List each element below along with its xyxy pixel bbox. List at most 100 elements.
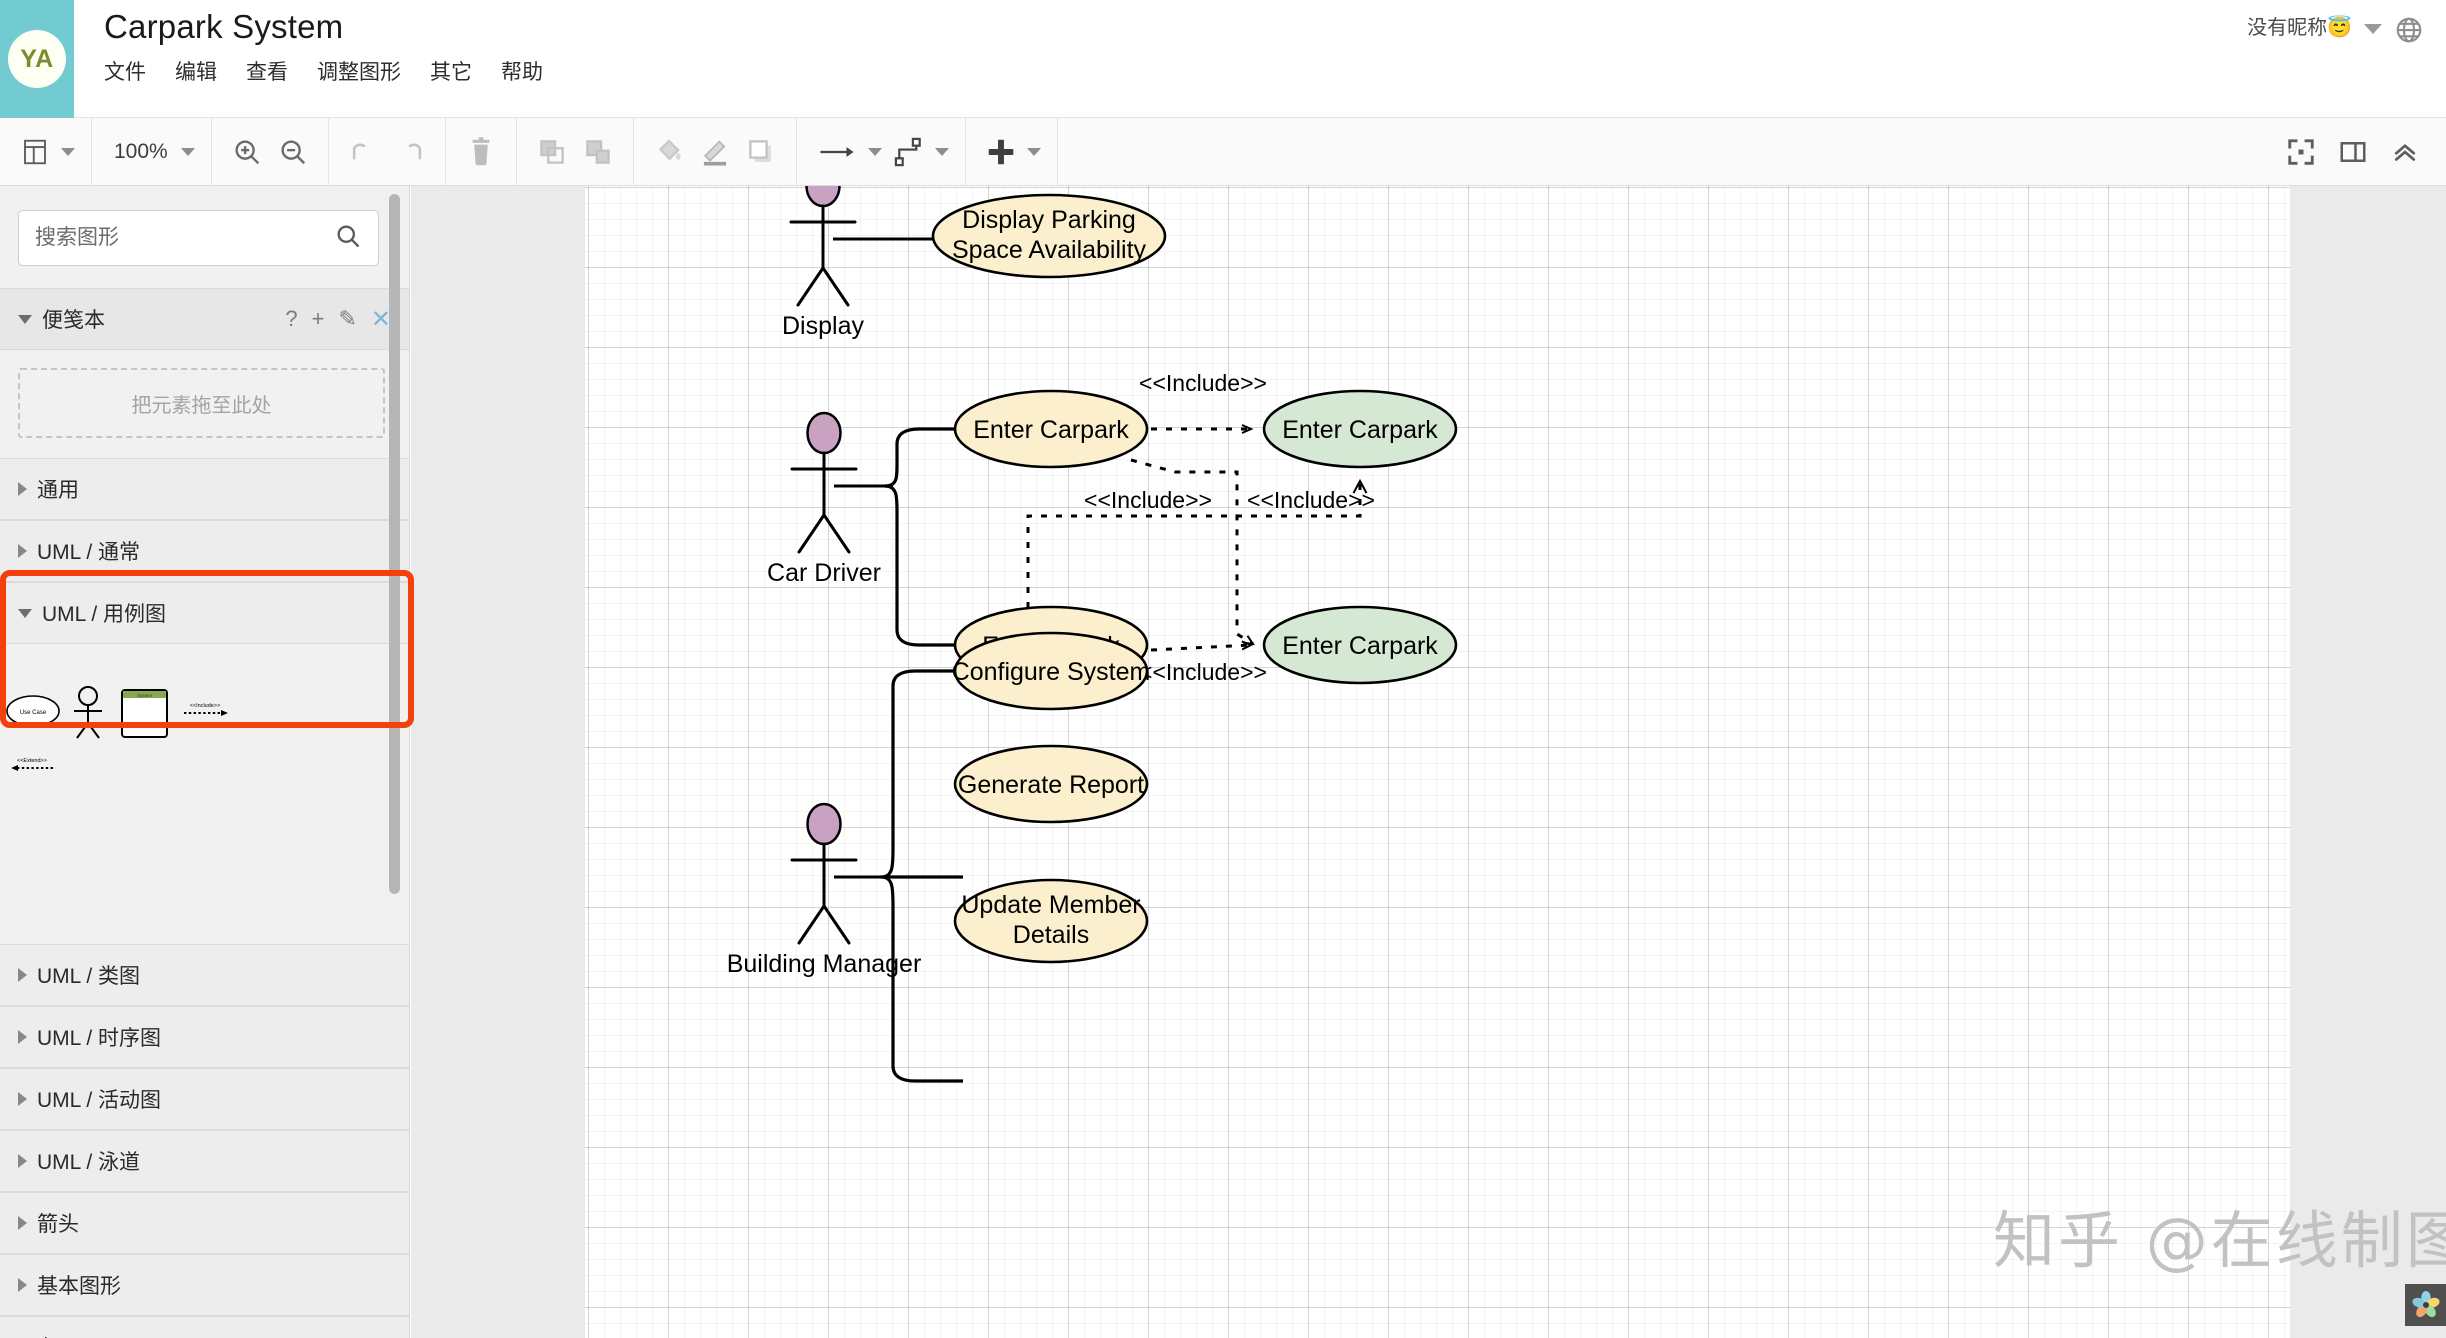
menu-edit[interactable]: 编辑 [175, 52, 230, 94]
link-manager-to-update[interactable] [880, 875, 963, 1083]
shape-include-arrow[interactable]: <<Include>> [184, 703, 228, 716]
layout-panel-caret-icon[interactable] [61, 147, 75, 156]
usecase-enter-carpark-included-top[interactable]: Enter Carpark [1262, 389, 1458, 469]
shadow-button[interactable] [738, 128, 784, 176]
shape-system-boundary[interactable]: System [121, 689, 168, 738]
sidebar-section-uml-activity[interactable]: UML / 活动图 [0, 1068, 409, 1130]
undo-button[interactable] [341, 128, 387, 176]
menu-help[interactable]: 帮助 [501, 52, 556, 94]
connection-arrow-button[interactable] [809, 128, 865, 176]
waypoint-style-button[interactable] [886, 128, 932, 176]
zoom-in-button[interactable] [224, 128, 270, 176]
zoom-select-caret-icon[interactable] [180, 147, 195, 156]
sidebar-section-arrows-label: 箭头 [37, 1213, 79, 1236]
close-icon[interactable]: ✕ [371, 305, 391, 334]
connection-arrow-caret-icon[interactable] [867, 147, 882, 156]
search-container [0, 186, 409, 288]
chevron-down-icon [18, 608, 32, 618]
svg-text:<<Extend>>: <<Extend>> [17, 758, 47, 764]
scratchpad-hint: 把元素拖至此处 [131, 394, 272, 417]
zoom-select[interactable]: 100% [104, 128, 178, 176]
chevron-right-icon [18, 544, 27, 558]
avatar[interactable]: YA [0, 0, 74, 118]
sidebar-section-uml-general[interactable]: UML / 通常 [0, 520, 409, 582]
format-panel-button[interactable] [2330, 128, 2376, 176]
toolbar-group-layout [0, 117, 92, 186]
menu-arrange[interactable]: 调整图形 [317, 52, 414, 94]
menu-extras[interactable]: 其它 [430, 52, 485, 94]
sidebar-section-uml-usecase[interactable]: UML / 用例图 [0, 582, 409, 644]
link-car-driver-to-enter[interactable] [884, 427, 963, 488]
shapes-sidebar: 便笺本 ? + ✎ ✕ 把元素拖至此处 通用 UML / 通常 UML [0, 186, 410, 1338]
include-label-4: <<Include>> [1139, 659, 1267, 685]
menu-file[interactable]: 文件 [104, 52, 159, 94]
user-nickname[interactable]: 没有昵称😇 [2247, 14, 2352, 42]
svg-text:Display Parking: Display Parking [962, 206, 1136, 234]
fullscreen-button[interactable] [2278, 128, 2324, 176]
edit-icon[interactable]: ✎ [338, 306, 356, 332]
usecase-display-parking[interactable]: Display Parking Space Availability [931, 193, 1167, 279]
svg-text:Generate Report: Generate Report [958, 771, 1144, 799]
sidebar-section-misc[interactable]: 杂项 [0, 1316, 409, 1338]
redo-button[interactable] [387, 128, 433, 176]
sidebar-section-general[interactable]: 通用 [0, 458, 409, 520]
usecase-configure-system[interactable]: Configure System [952, 631, 1151, 711]
waypoint-style-caret-icon[interactable] [934, 147, 949, 156]
sidebar-section-arrows[interactable]: 箭头 [0, 1192, 409, 1254]
help-icon[interactable]: ? [285, 306, 297, 332]
actor-car-driver[interactable]: Car Driver [767, 411, 881, 587]
section-scratchpad[interactable]: 便笺本 ? + ✎ ✕ [0, 288, 409, 350]
menu-view[interactable]: 查看 [246, 52, 301, 94]
menubar: 文件 编辑 查看 调整图形 其它 帮助 [104, 52, 2247, 94]
search-box[interactable] [18, 210, 379, 266]
svg-text:Enter Carpark: Enter Carpark [973, 416, 1129, 444]
sidebar-section-misc-label: 杂项 [37, 1332, 79, 1338]
shape-extend-arrow[interactable]: <<Extend>> [11, 758, 53, 771]
diagram-canvas[interactable]: Display Display Parking Space Availabili… [411, 186, 2446, 1338]
use-case-diagram: Display Display Parking Space Availabili… [727, 186, 1458, 1083]
actor-display-lines[interactable] [789, 204, 857, 307]
scratchpad-dropzone[interactable]: 把元素拖至此处 [18, 368, 385, 438]
link-car-driver-to-exit[interactable] [884, 484, 963, 647]
collapse-toolbar-button[interactable] [2382, 128, 2428, 176]
svg-text:Car Driver: Car Driver [767, 559, 881, 587]
title-column: Carpark System 文件 编辑 查看 调整图形 其它 帮助 [74, 0, 2247, 117]
sidebar-section-basic[interactable]: 基本图形 [0, 1254, 409, 1316]
usecase-update-member-details[interactable]: Update Member Details [953, 878, 1149, 964]
delete-button[interactable] [458, 128, 504, 176]
shape-actor[interactable] [74, 686, 102, 739]
globe-icon[interactable] [2394, 15, 2424, 50]
svg-text:Update Member: Update Member [961, 891, 1140, 919]
include-arrow-4[interactable] [1150, 645, 1251, 652]
insert-button[interactable] [978, 128, 1024, 176]
zoom-out-button[interactable] [270, 128, 316, 176]
sidebar-section-uml-class[interactable]: UML / 类图 [0, 944, 409, 1006]
insert-caret-icon[interactable] [1026, 147, 1041, 156]
search-input[interactable] [35, 226, 334, 250]
line-color-button[interactable] [692, 128, 738, 176]
bring-to-front-button[interactable] [529, 128, 575, 176]
usecase-generate-report[interactable]: Generate Report [953, 744, 1149, 824]
shape-use-case[interactable]: Use Case [6, 695, 60, 727]
page-title[interactable]: Carpark System [104, 4, 2247, 50]
svg-text:Use Case: Use Case [20, 710, 47, 716]
chevron-down-icon[interactable] [2364, 24, 2382, 34]
layout-panel-button[interactable] [12, 128, 58, 176]
usecase-enter-carpark[interactable]: Enter Carpark [953, 389, 1149, 469]
usecase-enter-carpark-included-bottom[interactable]: Enter Carpark [1262, 605, 1458, 685]
link-manager-to-configure[interactable] [880, 669, 963, 879]
chevron-down-icon [18, 314, 32, 324]
ai-badge: AI资讯网 [2405, 1284, 2446, 1326]
sidebar-scrollbar[interactable] [389, 194, 400, 894]
toolbar-group-delete [446, 117, 517, 186]
sidebar-section-uml-swimlane[interactable]: UML / 泳道 [0, 1130, 409, 1192]
avatar-initials: YA [8, 30, 66, 88]
canvas-page[interactable]: Display Display Parking Space Availabili… [585, 186, 2446, 1338]
fill-color-button[interactable] [646, 128, 692, 176]
search-icon[interactable] [334, 222, 362, 255]
actor-display-head-shape[interactable] [805, 186, 841, 208]
svg-text:<<Include>>: <<Include>> [190, 703, 221, 709]
send-to-back-button[interactable] [575, 128, 621, 176]
add-icon[interactable]: + [312, 306, 325, 332]
sidebar-section-uml-sequence[interactable]: UML / 时序图 [0, 1006, 409, 1068]
